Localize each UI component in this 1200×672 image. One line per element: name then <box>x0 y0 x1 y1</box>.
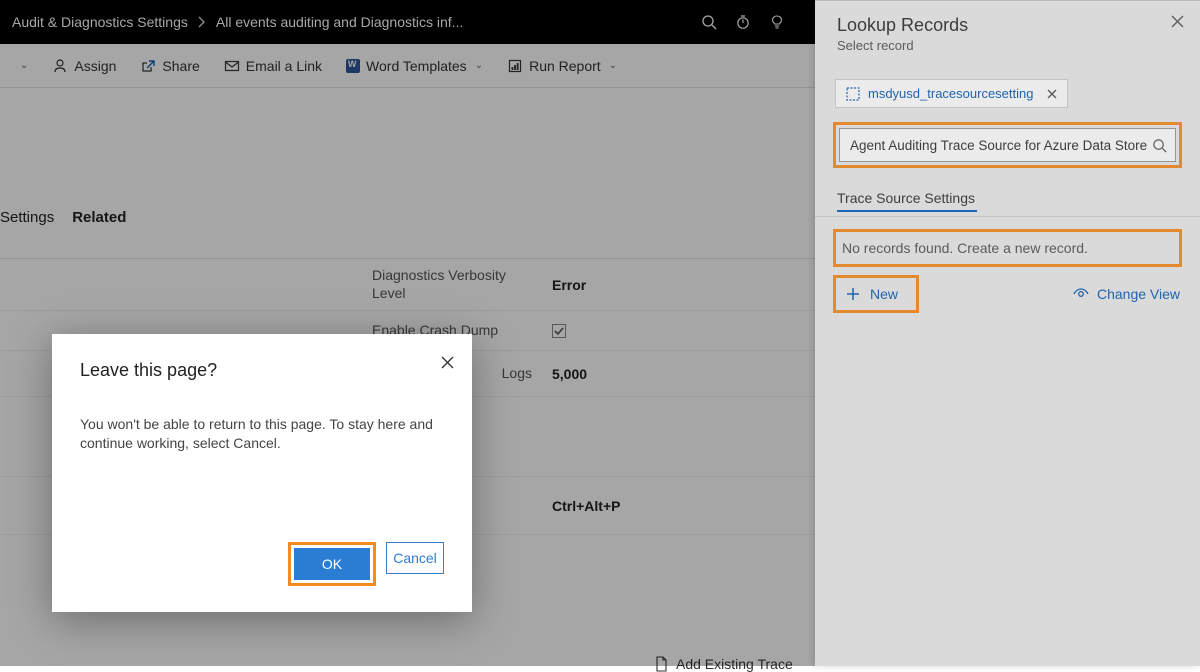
cancel-button[interactable]: Cancel <box>386 542 444 574</box>
lookup-title: Lookup Records <box>837 15 1178 36</box>
change-view-label: Change View <box>1097 286 1180 302</box>
entity-chip-label: msdyusd_tracesourcesetting <box>868 86 1033 101</box>
results-section-title: Trace Source Settings <box>837 190 1178 206</box>
selected-entity-chip-row: msdyusd_tracesourcesetting <box>835 79 1180 108</box>
entity-chip[interactable]: msdyusd_tracesourcesetting <box>835 79 1068 108</box>
ok-button[interactable]: OK <box>294 548 370 580</box>
search-box[interactable] <box>839 128 1176 162</box>
lookup-panel: Lookup Records Select record msdyusd_tra… <box>815 0 1200 666</box>
chip-remove-icon[interactable] <box>1047 89 1057 99</box>
divider <box>815 216 1200 217</box>
search-input[interactable] <box>850 138 1152 153</box>
leave-page-dialog: Leave this page? You won't be able to re… <box>52 334 472 612</box>
dialog-title: Leave this page? <box>80 360 444 381</box>
new-button[interactable]: New <box>838 280 914 308</box>
entity-icon <box>846 87 860 101</box>
dialog-buttons: OK Cancel <box>80 542 444 586</box>
section-underline <box>837 210 977 212</box>
eye-icon <box>1073 288 1089 300</box>
close-icon[interactable] <box>441 356 454 369</box>
search-icon[interactable] <box>1152 138 1167 153</box>
new-label: New <box>870 286 898 302</box>
lookup-actions: New Change View <box>833 275 1182 313</box>
close-icon[interactable] <box>1171 15 1184 28</box>
plus-icon <box>846 287 860 301</box>
lookup-subtitle: Select record <box>837 38 1178 53</box>
new-button-highlight: New <box>833 275 919 313</box>
dialog-body: You won't be able to return to this page… <box>80 415 440 453</box>
change-view-button[interactable]: Change View <box>1073 286 1182 302</box>
empty-message-highlight: No records found. Create a new record. <box>833 229 1182 267</box>
lookup-header: Lookup Records Select record <box>815 1 1200 59</box>
search-highlight <box>833 122 1182 168</box>
empty-results-message: No records found. Create a new record. <box>838 234 1177 262</box>
